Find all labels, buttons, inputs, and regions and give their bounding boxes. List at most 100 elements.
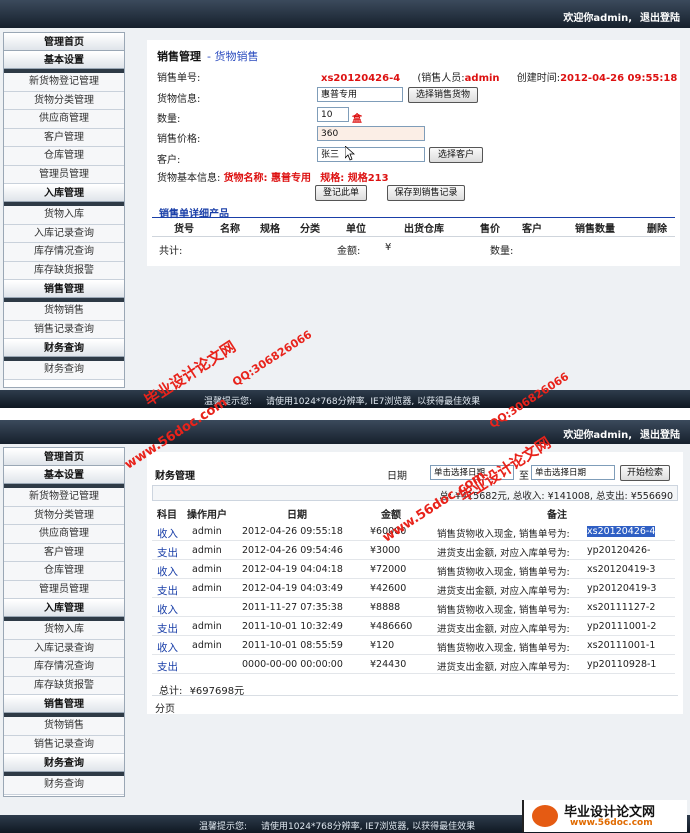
sidebar-item-goods-sale[interactable]: 货物销售	[4, 302, 124, 321]
finance-note-prefix: 进货支出金额, 对应入库单号为:	[437, 662, 570, 673]
finance-date: 0000-00-00 00:00:00	[242, 659, 343, 670]
price-input[interactable]: 360	[317, 126, 425, 141]
register-button[interactable]: 登记此单	[315, 185, 367, 201]
order-label: 销售单号:	[157, 73, 201, 84]
finance-user: admin	[192, 526, 222, 537]
sidebar-home-2[interactable]: 管理首页	[4, 448, 124, 466]
sidebar-item-finance-query[interactable]: 财务查询	[4, 361, 124, 380]
finance-date: 2012-04-26 09:54:46	[242, 545, 343, 556]
amount-label: 金额:	[337, 246, 361, 257]
finance-type[interactable]: 支出	[157, 621, 178, 636]
sidebar-item-warehouse-2[interactable]: 仓库管理	[4, 562, 124, 581]
sidebar-item-goods-in-2[interactable]: 货物入库	[4, 621, 124, 640]
sidebar-group-finance-2[interactable]: 财务查询	[4, 754, 124, 772]
sidebar-home[interactable]: 管理首页	[4, 33, 124, 51]
finance-header: 科目 操作用户 日期 金额 备注	[147, 506, 683, 522]
finance-note-no: yp20120426-	[587, 545, 651, 556]
logout-link-2[interactable]: 退出登陆	[640, 430, 680, 441]
customer-input[interactable]: 张三	[317, 147, 425, 162]
finance-note-no: yp20111001-2	[587, 621, 657, 632]
finance-row: 支出 admin 2012-04-26 09:54:46 ¥3000 进货支出金额, 对…	[152, 541, 675, 560]
sidebar-item-goods-sale-2[interactable]: 货物销售	[4, 717, 124, 736]
goods-input[interactable]: 惠普专用	[317, 87, 403, 102]
col-goods-no: 货号	[174, 224, 194, 235]
sidebar-group-finance[interactable]: 财务查询	[4, 339, 124, 357]
top-bar: 欢迎你admin, 退出登陆	[0, 0, 690, 28]
select-customer-button[interactable]: 选择客户	[429, 147, 483, 163]
mouse-cursor-icon	[345, 146, 355, 161]
sidebar-group-stockin-2[interactable]: 入库管理	[4, 599, 124, 617]
sidebar-item-stockin-records[interactable]: 入库记录查询	[4, 224, 124, 243]
col-customer: 客户	[522, 224, 542, 235]
detail-header: 货号 名称 规格 分类 单位 出货仓库 售价 客户 销售数量 删除	[147, 220, 680, 236]
search-button[interactable]: 开始检索	[620, 465, 670, 481]
top-bar-2: 欢迎你admin, 退出登陆	[0, 420, 690, 444]
sidebar-item-supplier[interactable]: 供应商管理	[4, 110, 124, 129]
sidebar-group-sales[interactable]: 销售管理	[4, 280, 124, 298]
sidebar-item-inventory-2[interactable]: 库存情况查询	[4, 658, 124, 677]
sidebar-item-sales-records-2[interactable]: 销售记录查询	[4, 735, 124, 754]
sidebar-item-shortage-alert-2[interactable]: 库存缺货报警	[4, 676, 124, 695]
sidebar-group-basic[interactable]: 基本设置	[4, 51, 124, 69]
finance-date: 2012-04-19 04:03:49	[242, 583, 343, 594]
finance-type[interactable]: 收入	[157, 564, 178, 579]
col-amount: 金额	[381, 510, 401, 521]
select-goods-button[interactable]: 选择销售货物	[408, 87, 478, 103]
amount-yen: ¥	[385, 242, 392, 253]
finance-type[interactable]: 收入	[157, 640, 178, 655]
finance-type[interactable]: 收入	[157, 526, 178, 541]
finance-note-no: yp20120419-3	[587, 583, 657, 594]
created-time: 2012-04-26 09:55:18	[560, 73, 678, 84]
sidebar-item-goods-category[interactable]: 货物分类管理	[4, 91, 124, 110]
sidebar-item-supplier-2[interactable]: 供应商管理	[4, 525, 124, 544]
sidebar-item-customer-2[interactable]: 客户管理	[4, 543, 124, 562]
footer-bar: 温馨提示您: 请使用1024*768分辨率, IE7浏览器, 以获得最佳效果	[0, 390, 690, 408]
sidebar-item-goods-category-2[interactable]: 货物分类管理	[4, 506, 124, 525]
col-subject: 科目	[157, 510, 177, 521]
footer-tip-label-2: 温馨提示您:	[199, 822, 248, 832]
col-delete: 删除	[647, 224, 667, 235]
footer-tip-label: 温馨提示您:	[204, 397, 253, 407]
finance-type[interactable]: 支出	[157, 659, 178, 674]
qty-unit: 盒	[352, 114, 362, 125]
finance-row: 支出 admin 2012-04-19 04:03:49 ¥42600 进货支出金额, …	[152, 579, 675, 598]
sidebar-item-admin-2[interactable]: 管理员管理	[4, 580, 124, 599]
sidebar-item-admin[interactable]: 管理员管理	[4, 165, 124, 184]
finance-note-prefix: 销售货物收入现金, 销售单号为:	[437, 643, 570, 654]
sidebar-item-goods-in[interactable]: 货物入库	[4, 206, 124, 225]
col-warehouse: 出货仓库	[404, 224, 444, 235]
pager[interactable]: 分页	[155, 700, 175, 715]
finance-type[interactable]: 支出	[157, 545, 178, 560]
sidebar-item-inventory[interactable]: 库存情况查询	[4, 243, 124, 262]
finance-amount: ¥24430	[370, 659, 407, 670]
finance-type[interactable]: 收入	[157, 602, 178, 617]
sidebar-2: 管理首页 基本设置 新货物登记管理 货物分类管理 供应商管理 客户管理 仓库管理…	[3, 447, 125, 797]
salesperson-label: (销售人员:	[417, 73, 465, 84]
sidebar-item-warehouse[interactable]: 仓库管理	[4, 147, 124, 166]
finance-amount: ¥486660	[370, 621, 413, 632]
finance-type[interactable]: 支出	[157, 583, 178, 598]
finance-note-no: xs20111127-2	[587, 602, 656, 613]
sidebar-item-stockin-records-2[interactable]: 入库记录查询	[4, 639, 124, 658]
logout-link[interactable]: 退出登陆	[640, 13, 680, 24]
sidebar-item-customer[interactable]: 客户管理	[4, 128, 124, 147]
col-note: 备注	[547, 510, 567, 521]
finance-date: 2012-04-19 04:04:18	[242, 564, 343, 575]
save-to-records-button[interactable]: 保存到销售记录	[387, 185, 465, 201]
start-date-input[interactable]: 单击选择日期	[430, 465, 514, 480]
sidebar-group-stockin[interactable]: 入库管理	[4, 184, 124, 202]
col-category: 分类	[300, 224, 320, 235]
sidebar-item-finance-query-2[interactable]: 财务查询	[4, 776, 124, 795]
sidebar-group-sales-2[interactable]: 销售管理	[4, 695, 124, 713]
finance-user: admin	[192, 640, 222, 651]
sidebar-group-basic-2[interactable]: 基本设置	[4, 466, 124, 484]
goods-label: 货物信息:	[157, 94, 201, 105]
sidebar-item-sales-records[interactable]: 销售记录查询	[4, 320, 124, 339]
sidebar-item-shortage-alert[interactable]: 库存缺货报警	[4, 261, 124, 280]
sidebar-item-goods-register-2[interactable]: 新货物登记管理	[4, 488, 124, 507]
finance-note-prefix: 进货支出金额, 对应入库单号为:	[437, 624, 570, 635]
end-date-input[interactable]: 单击选择日期	[531, 465, 615, 480]
sidebar-item-goods-register[interactable]: 新货物登记管理	[4, 73, 124, 92]
qty-input[interactable]: 10	[317, 107, 349, 122]
page-subtitle: - 货物销售	[207, 50, 259, 63]
